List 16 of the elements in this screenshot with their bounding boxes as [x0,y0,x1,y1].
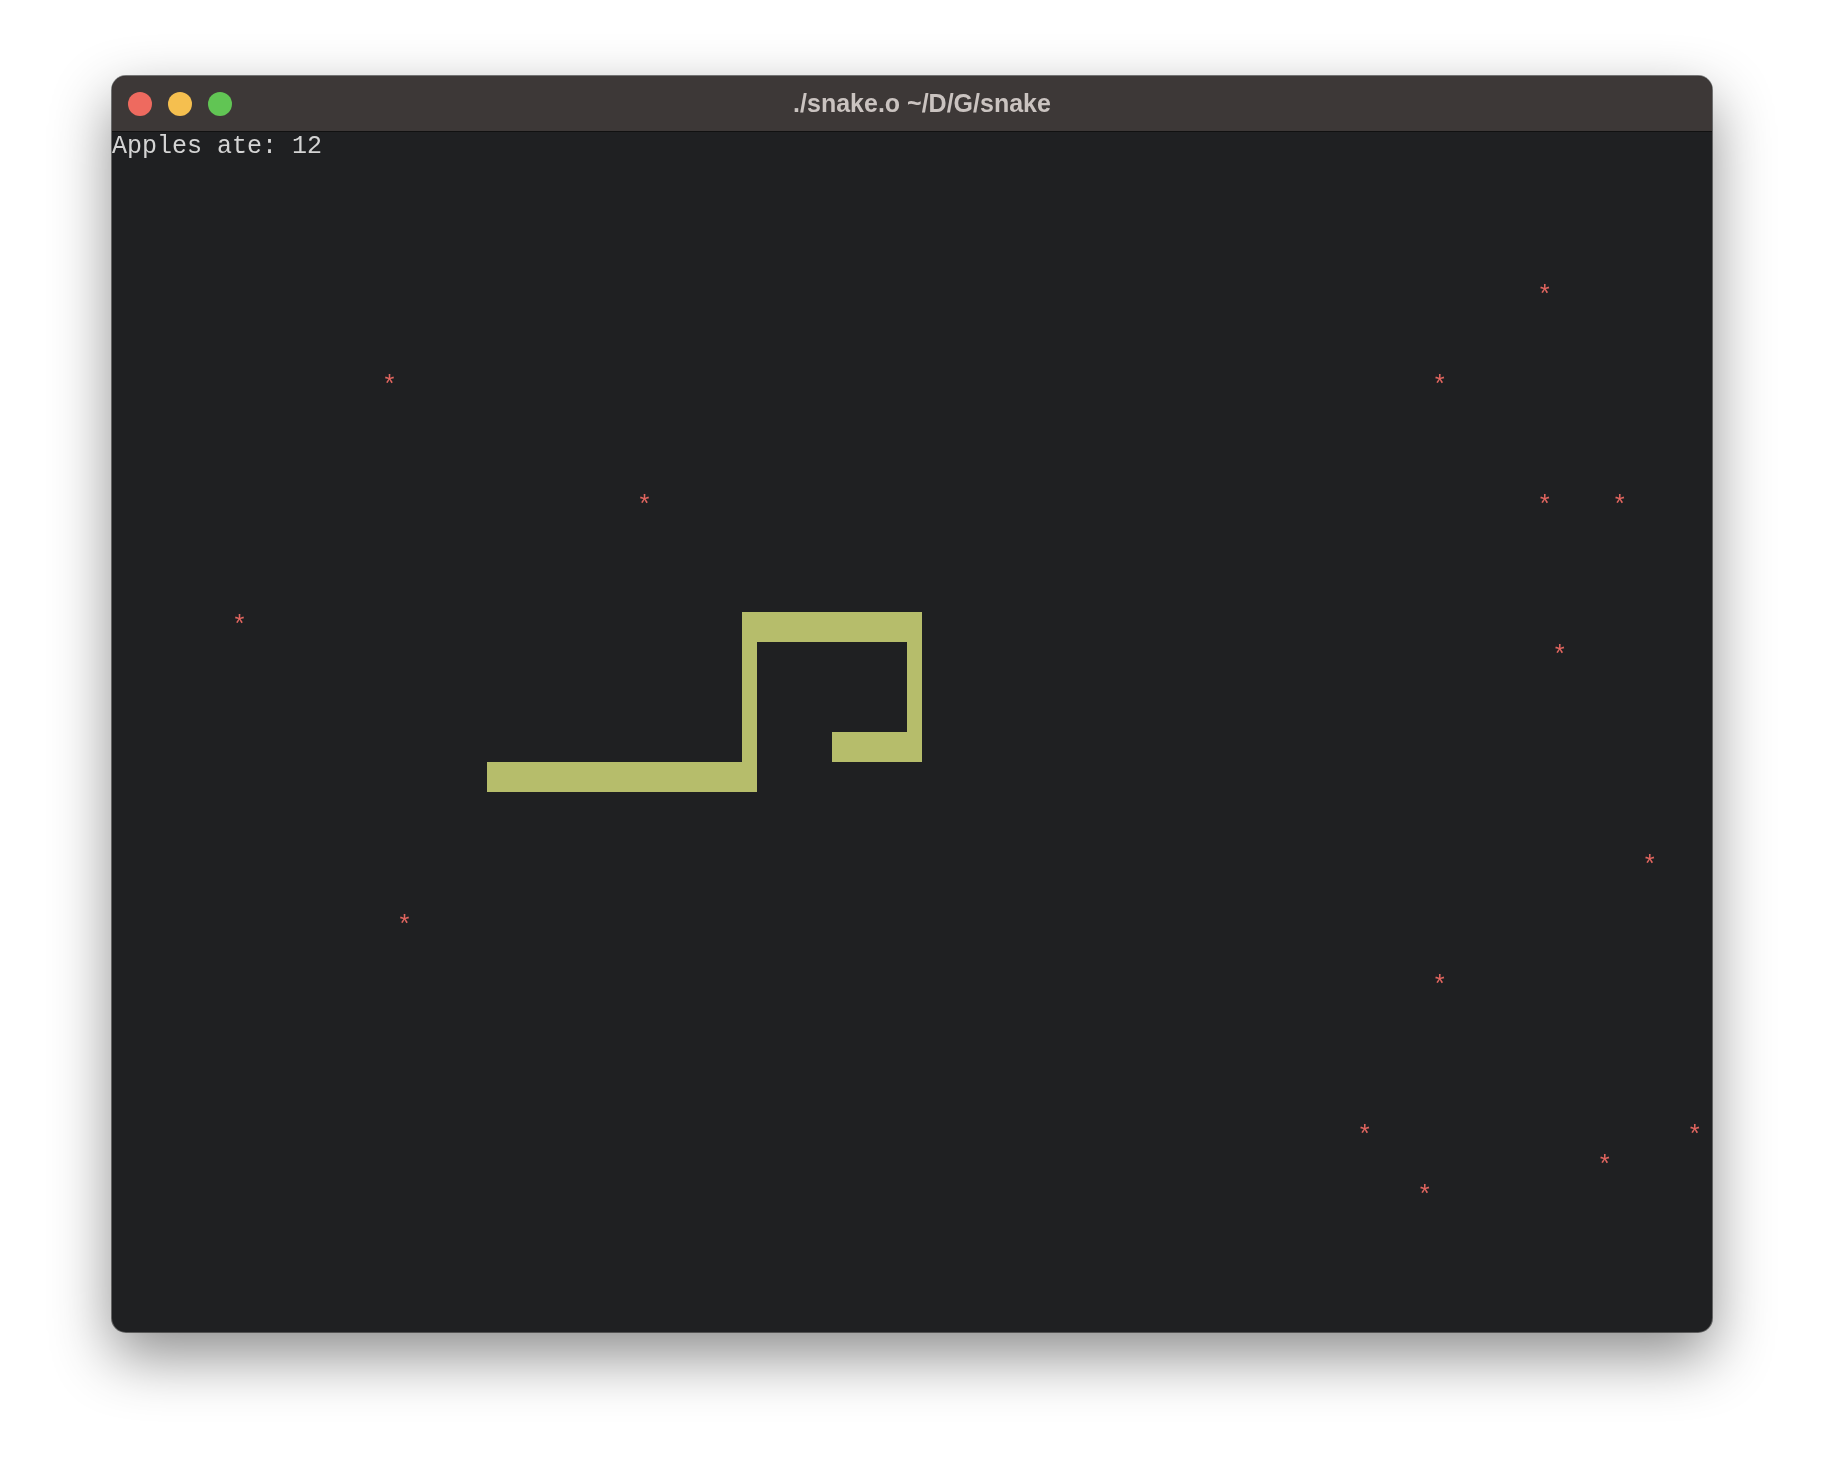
apple-marks: * [397,912,413,941]
window-title: ./snake.o ~/D/G/snake [792,89,1052,118]
apple-marks: * * * [637,492,1628,521]
apple-marks: * * [382,372,1448,401]
apple-marks: * [232,612,248,641]
apple-marks: * [1642,852,1658,881]
apple-marks: * [1537,282,1553,311]
apple-marks: * [1432,972,1448,1001]
zoom-icon[interactable] [208,91,232,116]
score-text: Apples ate: 12 [112,132,323,161]
apple-marks: * [1552,642,1568,671]
apple-marks: * [1597,1152,1613,1181]
close-icon[interactable] [128,91,152,116]
apple-marks: * * [1357,1122,1703,1151]
apple-marks: * [1417,1182,1433,1211]
minimize-icon[interactable] [168,91,192,116]
